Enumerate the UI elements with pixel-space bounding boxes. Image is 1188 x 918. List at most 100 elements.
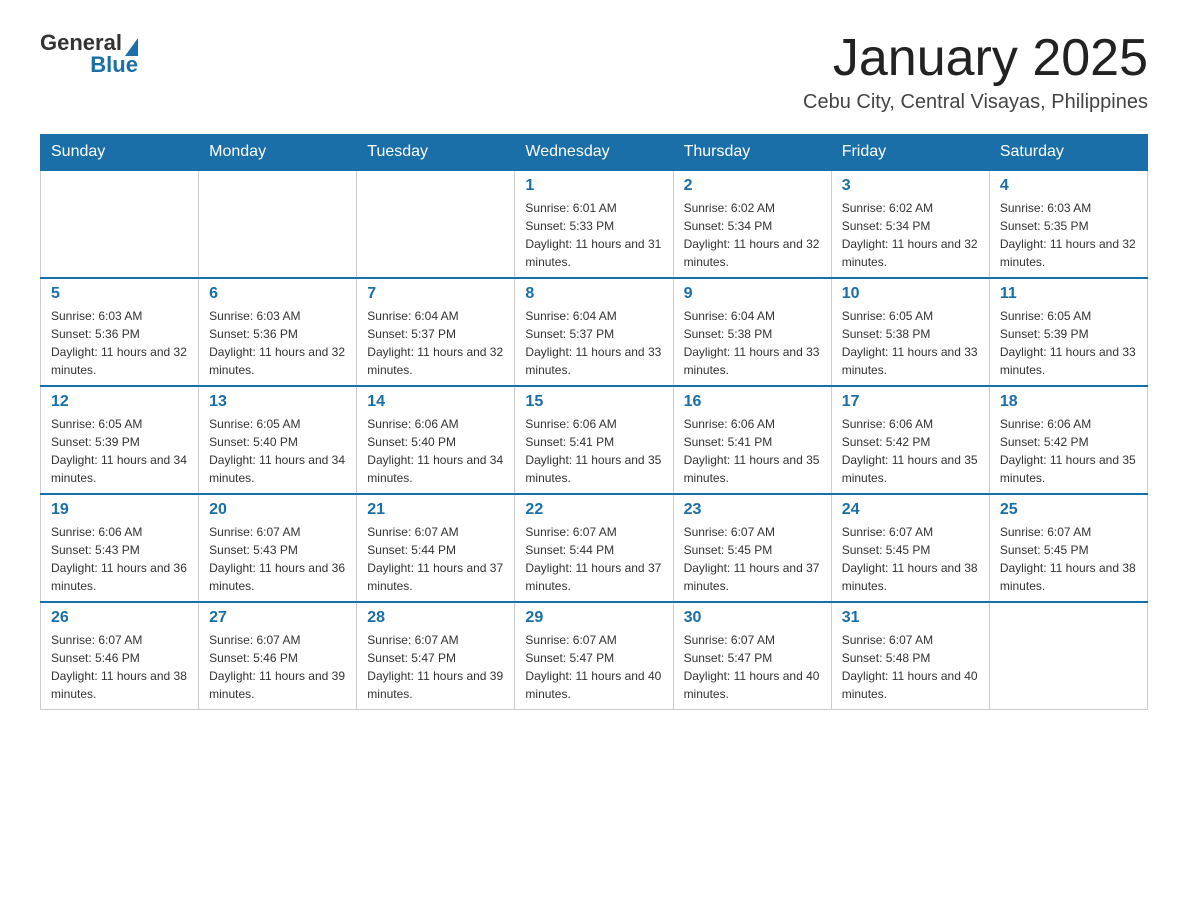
day-info: Sunrise: 6:07 AMSunset: 5:45 PMDaylight:… [842,523,979,595]
weekday-header-friday: Friday [831,135,989,171]
day-number: 22 [525,501,662,519]
calendar-cell: 8 Sunrise: 6:04 AMSunset: 5:37 PMDaylight… [515,278,673,386]
day-number: 14 [367,393,504,411]
calendar-cell: 24 Sunrise: 6:07 AMSunset: 5:45 PMDayligh… [831,494,989,602]
day-number: 7 [367,285,504,303]
calendar-cell: 12 Sunrise: 6:05 AMSunset: 5:39 PMDayligh… [41,386,199,494]
calendar-cell: 20Sunrise: 6:07 AMSunset: 5:43 PMDayligh… [199,494,357,602]
calendar-cell: 17 Sunrise: 6:06 AMSunset: 5:42 PMDayligh… [831,386,989,494]
day-info: Sunrise: 6:04 AMSunset: 5:37 PMDaylight:… [525,307,662,379]
weekday-header-thursday: Thursday [673,135,831,171]
day-number: 19 [51,501,188,519]
day-info: Sunrise: 6:05 AMSunset: 5:40 PMDaylight:… [209,415,346,487]
calendar-cell: 5 Sunrise: 6:03 AMSunset: 5:36 PMDaylight… [41,278,199,386]
title-area: January 2025 Cebu City, Central Visayas,… [803,30,1148,114]
calendar-cell: 11 Sunrise: 6:05 AMSunset: 5:39 PMDayligh… [989,278,1147,386]
day-number: 6 [209,285,346,303]
day-info: Sunrise: 6:02 AMSunset: 5:34 PMDaylight:… [842,199,979,271]
logo[interactable]: General Blue [40,30,138,78]
calendar-cell: 3Sunrise: 6:02 AMSunset: 5:34 PMDaylight… [831,170,989,278]
day-number: 30 [684,609,821,627]
calendar-cell: 15 Sunrise: 6:06 AMSunset: 5:41 PMDayligh… [515,386,673,494]
day-number: 18 [1000,393,1137,411]
calendar-cell: 10Sunrise: 6:05 AMSunset: 5:38 PMDayligh… [831,278,989,386]
week-row-5: 26 Sunrise: 6:07 AMSunset: 5:46 PMDayligh… [41,602,1148,710]
day-info: Sunrise: 6:07 AMSunset: 5:46 PMDaylight:… [209,631,346,703]
day-number: 28 [367,609,504,627]
day-number: 17 [842,393,979,411]
day-info: Sunrise: 6:07 AMSunset: 5:45 PMDaylight:… [684,523,821,595]
day-number: 12 [51,393,188,411]
calendar-cell: 2 Sunrise: 6:02 AMSunset: 5:34 PMDaylight… [673,170,831,278]
calendar-cell: 18Sunrise: 6:06 AMSunset: 5:42 PMDayligh… [989,386,1147,494]
day-info: Sunrise: 6:02 AMSunset: 5:34 PMDaylight:… [684,199,821,271]
calendar-cell: 27 Sunrise: 6:07 AMSunset: 5:46 PMDayligh… [199,602,357,710]
day-number: 2 [684,177,821,195]
day-info: Sunrise: 6:07 AMSunset: 5:46 PMDaylight:… [51,631,188,703]
calendar-cell [357,170,515,278]
calendar-cell: 31Sunrise: 6:07 AMSunset: 5:48 PMDayligh… [831,602,989,710]
day-number: 10 [842,285,979,303]
day-number: 5 [51,285,188,303]
day-info: Sunrise: 6:06 AMSunset: 5:42 PMDaylight:… [842,415,979,487]
logo-icon: General Blue [40,30,138,78]
calendar-cell: 13 Sunrise: 6:05 AMSunset: 5:40 PMDayligh… [199,386,357,494]
calendar-cell: 26 Sunrise: 6:07 AMSunset: 5:46 PMDayligh… [41,602,199,710]
weekday-header-monday: Monday [199,135,357,171]
day-info: Sunrise: 6:07 AMSunset: 5:44 PMDaylight:… [525,523,662,595]
day-number: 13 [209,393,346,411]
week-row-2: 5 Sunrise: 6:03 AMSunset: 5:36 PMDaylight… [41,278,1148,386]
day-number: 20 [209,501,346,519]
day-number: 26 [51,609,188,627]
calendar-cell: 4 Sunrise: 6:03 AMSunset: 5:35 PMDaylight… [989,170,1147,278]
day-info: Sunrise: 6:04 AMSunset: 5:38 PMDaylight:… [684,307,821,379]
calendar-table: SundayMondayTuesdayWednesdayThursdayFrid… [40,134,1148,710]
day-number: 31 [842,609,979,627]
day-info: Sunrise: 6:07 AMSunset: 5:47 PMDaylight:… [525,631,662,703]
logo-blue-text: Blue [90,52,138,78]
day-info: Sunrise: 6:01 AMSunset: 5:33 PMDaylight:… [525,199,662,271]
day-info: Sunrise: 6:06 AMSunset: 5:41 PMDaylight:… [525,415,662,487]
calendar-cell: 9 Sunrise: 6:04 AMSunset: 5:38 PMDaylight… [673,278,831,386]
day-info: Sunrise: 6:06 AMSunset: 5:43 PMDaylight:… [51,523,188,595]
calendar-cell: 7 Sunrise: 6:04 AMSunset: 5:37 PMDaylight… [357,278,515,386]
calendar-cell: 21 Sunrise: 6:07 AMSunset: 5:44 PMDayligh… [357,494,515,602]
weekday-header-saturday: Saturday [989,135,1147,171]
day-number: 11 [1000,285,1137,303]
day-info: Sunrise: 6:04 AMSunset: 5:37 PMDaylight:… [367,307,504,379]
calendar-cell: 28 Sunrise: 6:07 AMSunset: 5:47 PMDayligh… [357,602,515,710]
calendar-cell [199,170,357,278]
location-title: Cebu City, Central Visayas, Philippines [803,91,1148,114]
day-number: 15 [525,393,662,411]
weekday-header-tuesday: Tuesday [357,135,515,171]
day-number: 24 [842,501,979,519]
week-row-3: 12 Sunrise: 6:05 AMSunset: 5:39 PMDayligh… [41,386,1148,494]
calendar-cell: 14 Sunrise: 6:06 AMSunset: 5:40 PMDayligh… [357,386,515,494]
day-info: Sunrise: 6:05 AMSunset: 5:39 PMDaylight:… [51,415,188,487]
weekday-header-wednesday: Wednesday [515,135,673,171]
calendar-cell [989,602,1147,710]
day-info: Sunrise: 6:07 AMSunset: 5:47 PMDaylight:… [367,631,504,703]
day-number: 21 [367,501,504,519]
month-title: January 2025 [803,30,1148,87]
day-number: 8 [525,285,662,303]
week-row-4: 19 Sunrise: 6:06 AMSunset: 5:43 PMDayligh… [41,494,1148,602]
day-info: Sunrise: 6:07 AMSunset: 5:44 PMDaylight:… [367,523,504,595]
day-number: 25 [1000,501,1137,519]
calendar-cell: 22 Sunrise: 6:07 AMSunset: 5:44 PMDayligh… [515,494,673,602]
day-number: 9 [684,285,821,303]
calendar-cell: 25 Sunrise: 6:07 AMSunset: 5:45 PMDayligh… [989,494,1147,602]
day-number: 16 [684,393,821,411]
day-info: Sunrise: 6:03 AMSunset: 5:35 PMDaylight:… [1000,199,1137,271]
calendar-cell: 6Sunrise: 6:03 AMSunset: 5:36 PMDaylight… [199,278,357,386]
day-info: Sunrise: 6:06 AMSunset: 5:40 PMDaylight:… [367,415,504,487]
day-number: 27 [209,609,346,627]
week-row-1: 1Sunrise: 6:01 AMSunset: 5:33 PMDaylight… [41,170,1148,278]
day-info: Sunrise: 6:03 AMSunset: 5:36 PMDaylight:… [51,307,188,379]
page-header: General Blue January 2025 Cebu City, Cen… [40,30,1148,114]
day-info: Sunrise: 6:07 AMSunset: 5:45 PMDaylight:… [1000,523,1137,595]
calendar-cell: 29Sunrise: 6:07 AMSunset: 5:47 PMDayligh… [515,602,673,710]
day-info: Sunrise: 6:05 AMSunset: 5:39 PMDaylight:… [1000,307,1137,379]
weekday-header-sunday: Sunday [41,135,199,171]
day-number: 4 [1000,177,1137,195]
